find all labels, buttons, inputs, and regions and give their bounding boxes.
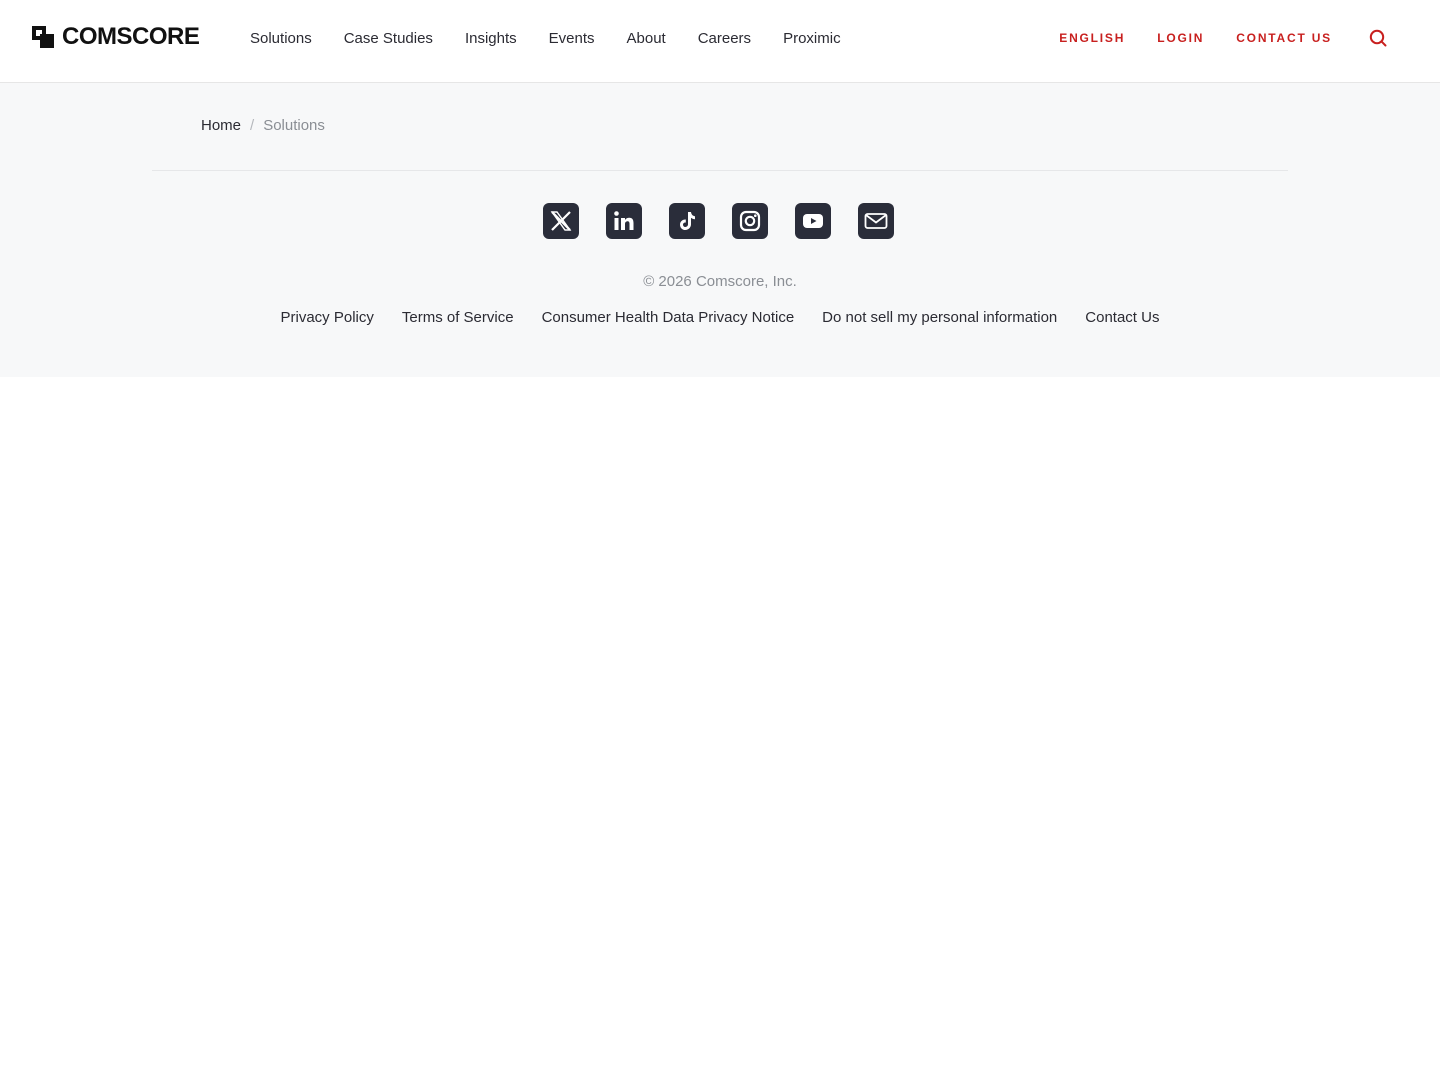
footer-contact-us-link[interactable]: Contact Us bbox=[1085, 309, 1159, 326]
do-not-sell-link[interactable]: Do not sell my personal information bbox=[822, 309, 1057, 326]
copyright-text: © 2026 Comscore, Inc. bbox=[643, 273, 797, 290]
nav-proximic[interactable]: Proximic bbox=[783, 30, 841, 47]
nav-solutions[interactable]: Solutions bbox=[250, 30, 312, 47]
language-link[interactable]: ENGLISH bbox=[1059, 31, 1125, 45]
login-link[interactable]: LOGIN bbox=[1157, 31, 1204, 45]
email-icon[interactable] bbox=[858, 203, 894, 239]
privacy-policy-link[interactable]: Privacy Policy bbox=[281, 309, 374, 326]
footer-links: Privacy Policy Terms of Service Consumer… bbox=[0, 309, 1440, 326]
site-header: COMSCORE Solutions Case Studies Insights… bbox=[0, 0, 1440, 83]
consumer-health-privacy-link[interactable]: Consumer Health Data Privacy Notice bbox=[542, 309, 795, 326]
main-nav: Solutions Case Studies Insights Events A… bbox=[250, 0, 873, 76]
instagram-icon[interactable] bbox=[732, 203, 768, 239]
nav-insights[interactable]: Insights bbox=[465, 30, 517, 47]
tiktok-icon[interactable] bbox=[669, 203, 705, 239]
search-icon[interactable] bbox=[1368, 28, 1388, 48]
footer-band: Home / Solutions © 2026 Comscore, Inc. P… bbox=[0, 83, 1440, 377]
nav-careers[interactable]: Careers bbox=[698, 30, 751, 47]
social-links bbox=[543, 203, 894, 239]
divider bbox=[152, 170, 1288, 171]
linkedin-icon[interactable] bbox=[606, 203, 642, 239]
nav-case-studies[interactable]: Case Studies bbox=[344, 30, 433, 47]
youtube-icon[interactable] bbox=[795, 203, 831, 239]
breadcrumb-separator: / bbox=[250, 117, 255, 134]
breadcrumb-current: Solutions bbox=[263, 117, 325, 134]
nav-events[interactable]: Events bbox=[549, 30, 595, 47]
utility-nav: ENGLISH LOGIN CONTACT US bbox=[1027, 0, 1332, 76]
comscore-logo-icon bbox=[32, 26, 54, 48]
x-icon[interactable] bbox=[543, 203, 579, 239]
logo-text: COMSCORE bbox=[62, 23, 200, 50]
contact-us-link[interactable]: CONTACT US bbox=[1236, 31, 1332, 45]
breadcrumb: Home / Solutions bbox=[201, 117, 325, 134]
nav-about[interactable]: About bbox=[627, 30, 666, 47]
breadcrumb-home[interactable]: Home bbox=[201, 117, 241, 134]
terms-of-service-link[interactable]: Terms of Service bbox=[402, 309, 514, 326]
comscore-logo[interactable]: COMSCORE bbox=[32, 23, 200, 50]
